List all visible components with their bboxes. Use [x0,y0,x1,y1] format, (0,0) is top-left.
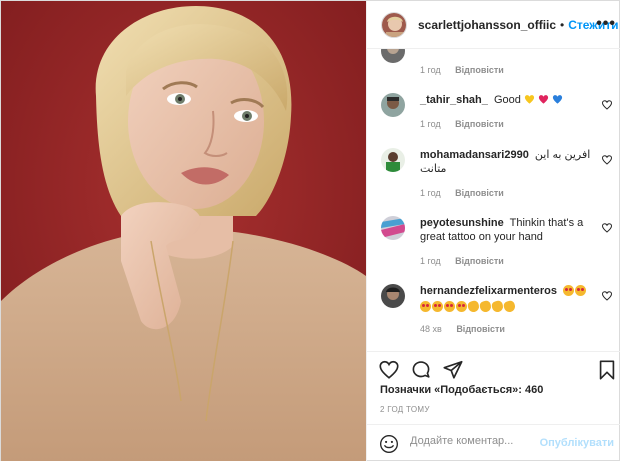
like-comment-heart-icon[interactable] [601,290,613,302]
comment-username[interactable]: hernandezfelixarmenteros [420,285,557,297]
yellow-heart-icon [524,95,535,104]
post-header: scarlettjohansson_offiic • Стежити ••• [367,1,620,49]
heart-eyes-emoji-icon [444,301,455,312]
heart-eyes-emoji-icon [432,301,443,312]
heart-eyes-emoji-icon [575,285,586,296]
portrait-illustration [1,1,366,461]
author-avatar[interactable] [381,11,407,38]
heart-eyes-emoji-icon [420,301,431,312]
comment-icon[interactable] [410,359,432,381]
comment-time: 1 год [420,65,441,75]
like-comment-heart-icon[interactable] [601,154,613,166]
comment-time: 1 год [420,188,441,198]
comments-list[interactable]: 1 год Відповісти _tahir_shah_ Good 1 год… [367,49,620,351]
comment-body: peyotesunshine Thinkin that's a great ta… [420,216,592,268]
post-photo[interactable] [1,1,366,461]
comment-body: hernandezfelixarmenteros 48 хв Відповіст… [420,284,592,336]
comment-avatar[interactable] [381,216,405,240]
likes-count[interactable]: Позначки «Подобається»: 460 [380,384,543,396]
comment-avatar[interactable] [381,93,405,117]
comment-meta: 1 год Відповісти [420,65,504,75]
comment-meta: 1 год Відповісти [420,117,592,131]
comment-username[interactable]: peyotesunshine [420,217,504,229]
author-username[interactable]: scarlettjohansson_offiic [418,18,556,32]
comment-meta: 1 год Відповісти [420,254,592,268]
comment-avatar[interactable] [381,284,405,308]
comment-time: 48 хв [420,324,442,334]
clapping-hands-emoji-icon [490,299,505,314]
emoji-smile-icon[interactable] [379,434,399,454]
heart-eyes-emoji-icon [563,285,574,296]
avatar-image [382,12,406,37]
add-comment-bar: Опублікувати [367,424,620,461]
heart-icon[interactable] [378,359,400,381]
comment-username[interactable]: mohamadansari2990 [420,149,529,161]
comment-avatar[interactable] [381,148,405,172]
instagram-post: scarlettjohansson_offiic • Стежити ••• 1… [0,0,620,461]
reply-button[interactable]: Відповісти [455,119,504,129]
comment-body: _tahir_shah_ Good 1 год Відповісти [420,93,592,131]
comment-meta: 48 хв Відповісти [420,322,592,336]
more-options-icon[interactable]: ••• [596,16,616,32]
heart-eyes-emoji-icon [456,301,467,312]
share-icon[interactable] [442,359,464,381]
add-comment-input[interactable] [410,435,540,447]
comment-body: mohamadansari2990 افرین به این متانت 1 г… [420,148,592,200]
comment-text: Good [493,94,521,106]
like-comment-heart-icon[interactable] [601,99,613,111]
reply-button[interactable]: Відповісти [455,256,504,266]
red-heart-icon [538,95,549,104]
blue-heart-icon [552,95,563,104]
post-comment-button[interactable]: Опублікувати [540,437,614,449]
reply-button[interactable]: Відповісти [456,324,505,334]
like-comment-heart-icon[interactable] [601,222,613,234]
bookmark-icon[interactable] [596,359,618,381]
clapping-hands-emoji-icon [478,299,493,314]
comment-avatar[interactable] [381,49,405,63]
comment-meta: 1 год Відповісти [420,186,592,200]
post-timestamp[interactable]: 2 ГОД ТОМУ [380,405,430,414]
reply-button[interactable]: Відповісти [455,65,504,75]
comment-time: 1 год [420,256,441,266]
header-separator: • [560,17,565,32]
clapping-hands-emoji-icon [466,299,481,314]
post-details-panel: scarlettjohansson_offiic • Стежити ••• 1… [366,1,620,461]
reply-button[interactable]: Відповісти [455,188,504,198]
emoji-row [420,299,592,314]
comment-username[interactable]: _tahir_shah_ [420,94,488,106]
comment-time: 1 год [420,119,441,129]
clapping-hands-emoji-icon [502,299,517,314]
